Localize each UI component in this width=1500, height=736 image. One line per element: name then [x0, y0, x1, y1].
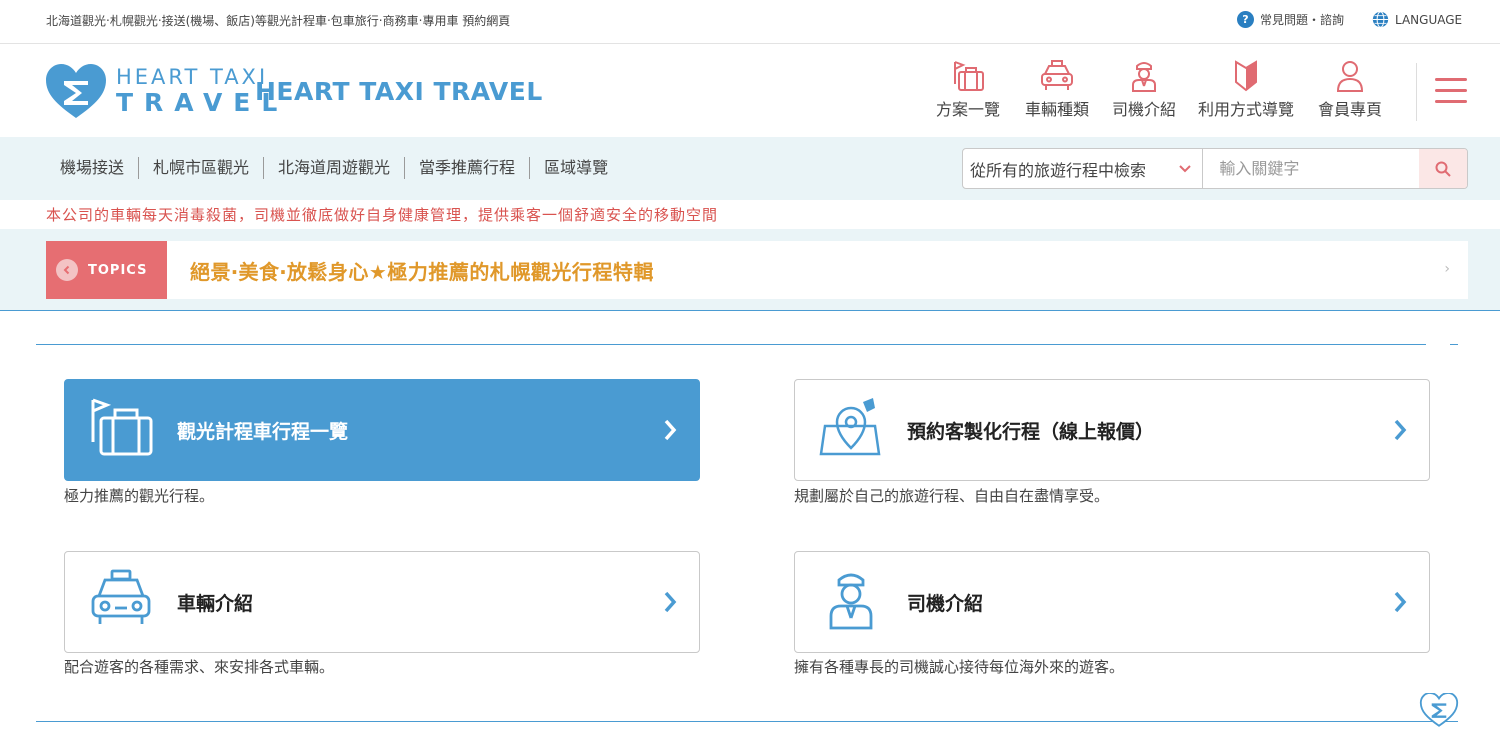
- chevron-right-icon: [1394, 591, 1407, 613]
- chevron-left-icon[interactable]: [56, 259, 78, 281]
- card-tour-list[interactable]: 觀光計程車行程一覽: [64, 379, 700, 481]
- search-input[interactable]: [1203, 149, 1420, 188]
- header-nav-plans[interactable]: 方案一覽: [936, 60, 1000, 120]
- card-vehicles[interactable]: 車輛介紹: [64, 551, 700, 653]
- header-nav-drivers[interactable]: 司機介紹: [1112, 60, 1176, 120]
- card-title: 預約客製化行程（線上報價）: [907, 420, 1155, 443]
- site-header: HEART TAXI TRAVEL HEART TAXI TRAVEL 方案一覽…: [0, 45, 1500, 137]
- divider: [36, 344, 1426, 345]
- user-icon: [1336, 61, 1364, 92]
- card-custom-tour[interactable]: 預約客製化行程（線上報價）: [794, 379, 1430, 481]
- category-link-hokkaido[interactable]: 北海道周遊觀光: [264, 157, 406, 179]
- card-title: 觀光計程車行程一覽: [177, 420, 349, 443]
- driver-icon: [1132, 62, 1156, 92]
- faq-label: 常見問題・諮詢: [1260, 13, 1345, 27]
- search-scope-select[interactable]: 從所有的旅遊行程中檢索: [963, 149, 1204, 188]
- card-title: 司機介紹: [907, 592, 984, 615]
- header-nav-label: 方案一覽: [936, 100, 1001, 119]
- question-icon: ?: [1237, 11, 1254, 28]
- chevron-right-icon[interactable]: ›: [1444, 261, 1450, 277]
- category-nav: 機場接送 札幌市區觀光 北海道周遊觀光 當季推薦行程 區域導覽 從所有的旅遊行程…: [0, 137, 1500, 200]
- category-link-airport[interactable]: 機場接送: [46, 157, 140, 179]
- site-tagline: 北海道觀光‧札幌觀光‧接送(機場、飯店)等觀光計程車‧包車旅行‧商務車‧專用車 …: [46, 14, 511, 28]
- suitcase-flag-icon: [954, 61, 984, 91]
- language-label: LANGUAGE: [1395, 12, 1463, 27]
- topics-band: TOPICS 絕景‧美食‧放鬆身心★極力推薦的札幌觀光行程特輯 ›: [0, 229, 1500, 311]
- header-nav-guide[interactable]: 利用方式導覽: [1198, 60, 1294, 120]
- category-links: 機場接送 札幌市區觀光 北海道周遊觀光 當季推薦行程 區域導覽: [46, 157, 622, 179]
- header-nav-label: 司機介紹: [1112, 100, 1177, 119]
- taxi-icon: [1041, 60, 1073, 90]
- topics-badge: TOPICS: [46, 241, 167, 299]
- topics-headline[interactable]: 絕景‧美食‧放鬆身心★極力推薦的札幌觀光行程特輯: [190, 256, 654, 285]
- header-nav-label: 車輛種類: [1025, 100, 1090, 119]
- header-nav-label: 利用方式導覽: [1198, 100, 1295, 119]
- header-nav-member[interactable]: 會員專頁: [1318, 60, 1382, 120]
- card-description: 規劃屬於自己的旅遊行程、自由自在盡情享受。: [794, 487, 1110, 505]
- top-bar: 北海道觀光‧札幌觀光‧接送(機場、飯店)等觀光計程車‧包車旅行‧商務車‧專用車 …: [0, 0, 1500, 44]
- chevron-right-icon: [1394, 419, 1407, 441]
- safety-notice: 本公司的車輛每天消毒殺菌，司機並徹底做好自身健康管理，提供乘客一個舒適安全的移動…: [46, 206, 719, 224]
- divider: [36, 721, 1458, 722]
- category-link-area[interactable]: 區域導覽: [530, 157, 622, 179]
- search-bar: 從所有的旅遊行程中檢索: [962, 148, 1468, 189]
- header-divider: [1416, 63, 1417, 121]
- taxi-icon: [91, 569, 151, 624]
- beginner-mark-icon: [1235, 60, 1257, 92]
- chevron-right-icon: [664, 591, 677, 613]
- category-link-seasonal[interactable]: 當季推薦行程: [405, 157, 531, 179]
- brand-name[interactable]: HEART TAXI TRAVEL: [255, 77, 543, 106]
- card-drivers[interactable]: 司機介紹: [794, 551, 1430, 653]
- header-nav-vehicles[interactable]: 車輛種類: [1025, 60, 1089, 120]
- driver-icon: [829, 573, 873, 630]
- search-icon: [1435, 161, 1451, 177]
- hamburger-menu-icon[interactable]: [1435, 78, 1467, 111]
- topics-badge-label: TOPICS: [88, 262, 148, 278]
- card-title: 車輛介紹: [177, 592, 254, 615]
- suitcase-flag-icon: [91, 398, 153, 456]
- topics-banner[interactable]: TOPICS 絕景‧美食‧放鬆身心★極力推薦的札幌觀光行程特輯 ›: [46, 241, 1468, 299]
- chevron-right-icon: [664, 419, 677, 441]
- divider: [1450, 344, 1458, 345]
- faq-link[interactable]: ? 常見問題・諮詢: [1237, 11, 1344, 28]
- category-link-sapporo[interactable]: 札幌市區觀光: [139, 157, 265, 179]
- header-nav-label: 會員專頁: [1318, 100, 1383, 119]
- heart-logo-icon[interactable]: [46, 64, 106, 124]
- card-description: 配合遊客的各種需求、來安排各式車輛。: [64, 658, 335, 676]
- search-scope-value: 從所有的旅遊行程中檢索: [970, 160, 1147, 180]
- map-pin-icon: [819, 398, 881, 456]
- search-button[interactable]: [1419, 149, 1467, 188]
- card-description: 擁有各種專長的司機誠心接待每位海外來的遊客。: [794, 658, 1125, 676]
- chevron-down-icon: [1179, 165, 1192, 173]
- language-link[interactable]: LANGUAGE: [1372, 11, 1462, 28]
- card-description: 極力推薦的觀光行程。: [64, 487, 215, 505]
- globe-icon: [1372, 11, 1389, 28]
- heart-logo-icon[interactable]: [1419, 692, 1459, 731]
